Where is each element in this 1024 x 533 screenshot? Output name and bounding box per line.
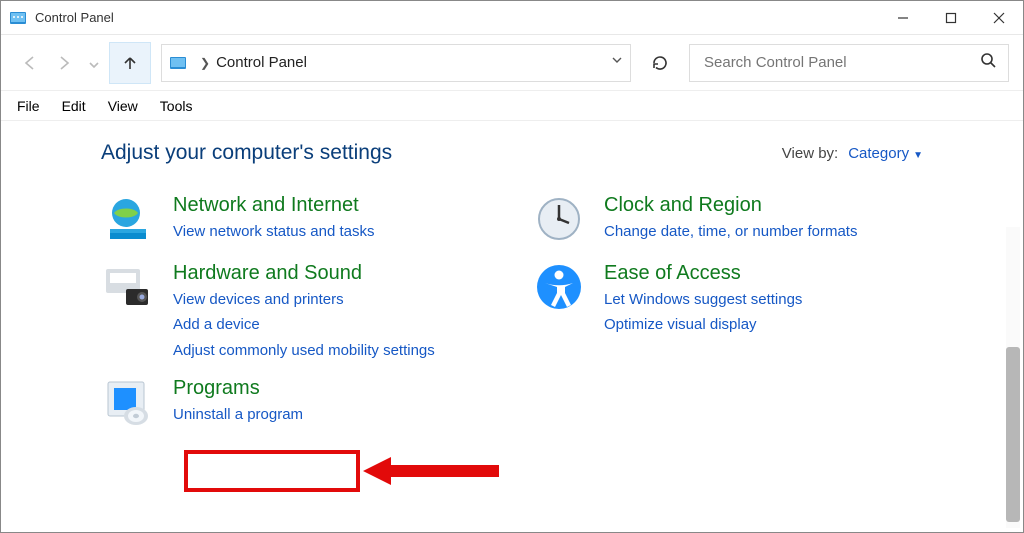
category-link[interactable]: View network status and tasks	[173, 220, 375, 243]
accessibility-icon	[532, 261, 586, 315]
category-link[interactable]: Let Windows suggest settings	[604, 288, 802, 311]
category-link[interactable]: Adjust commonly used mobility settings	[173, 339, 435, 362]
view-by-label: View by:	[782, 145, 838, 162]
chevron-down-icon[interactable]	[610, 53, 624, 72]
menu-view[interactable]: View	[98, 96, 148, 116]
minimize-button[interactable]	[879, 1, 927, 34]
clock-icon	[532, 193, 586, 247]
annotation-highlight	[184, 450, 360, 492]
address-bar[interactable]: ❯ Control Panel	[161, 44, 631, 82]
breadcrumb-item[interactable]: Control Panel	[216, 54, 307, 71]
category-link[interactable]: Change date, time, or number formats	[604, 220, 857, 243]
forward-button[interactable]	[49, 48, 79, 78]
window-controls	[879, 1, 1023, 34]
globe-icon	[101, 193, 155, 247]
annotation-arrow	[363, 453, 503, 494]
search-box[interactable]	[689, 44, 1009, 82]
title-bar: Control Panel	[1, 1, 1023, 35]
category-title[interactable]: Programs	[173, 376, 303, 401]
search-icon[interactable]	[980, 52, 996, 73]
recent-locations-button[interactable]	[83, 48, 105, 78]
menu-file[interactable]: File	[7, 96, 50, 116]
back-button[interactable]	[15, 48, 45, 78]
category-link[interactable]: Optimize visual display	[604, 313, 802, 336]
category-programs: Programs Uninstall a program	[101, 376, 492, 430]
refresh-button[interactable]	[641, 44, 679, 82]
category-title[interactable]: Clock and Region	[604, 193, 857, 218]
programs-icon	[101, 376, 155, 430]
close-button[interactable]	[975, 1, 1023, 34]
page-heading: Adjust your computer's settings	[101, 141, 782, 165]
search-input[interactable]	[702, 53, 980, 72]
category-hardware: Hardware and Sound View devices and prin…	[101, 261, 492, 362]
category-title[interactable]: Network and Internet	[173, 193, 375, 218]
view-by-dropdown[interactable]: Category ▼	[848, 145, 923, 162]
chevron-right-icon[interactable]: ❯	[200, 56, 210, 70]
category-network: Network and Internet View network status…	[101, 193, 492, 247]
category-title[interactable]: Ease of Access	[604, 261, 802, 286]
printer-camera-icon	[101, 261, 155, 315]
content-area: Adjust your computer's settings View by:…	[1, 123, 1023, 532]
menu-edit[interactable]: Edit	[52, 96, 96, 116]
category-clock: Clock and Region Change date, time, or n…	[532, 193, 923, 247]
category-link[interactable]: Add a device	[173, 313, 435, 336]
menu-bar: File Edit View Tools	[1, 91, 1023, 121]
navigation-bar: ❯ Control Panel	[1, 35, 1023, 91]
view-by-value: Category	[848, 145, 909, 162]
window-title: Control Panel	[35, 10, 879, 25]
control-panel-window: Control Panel ❯ Control Panel	[0, 0, 1024, 533]
category-link[interactable]: View devices and printers	[173, 288, 435, 311]
category-title[interactable]: Hardware and Sound	[173, 261, 435, 286]
maximize-button[interactable]	[927, 1, 975, 34]
category-link[interactable]: Uninstall a program	[173, 403, 303, 426]
menu-tools[interactable]: Tools	[150, 96, 203, 116]
category-ease: Ease of Access Let Windows suggest setti…	[532, 261, 923, 337]
control-panel-icon	[9, 9, 27, 27]
scrollbar-thumb[interactable]	[1006, 347, 1020, 522]
caret-down-icon: ▼	[913, 150, 923, 161]
up-button[interactable]	[109, 42, 151, 84]
vertical-scrollbar[interactable]	[1006, 227, 1020, 528]
control-panel-icon	[168, 53, 188, 73]
